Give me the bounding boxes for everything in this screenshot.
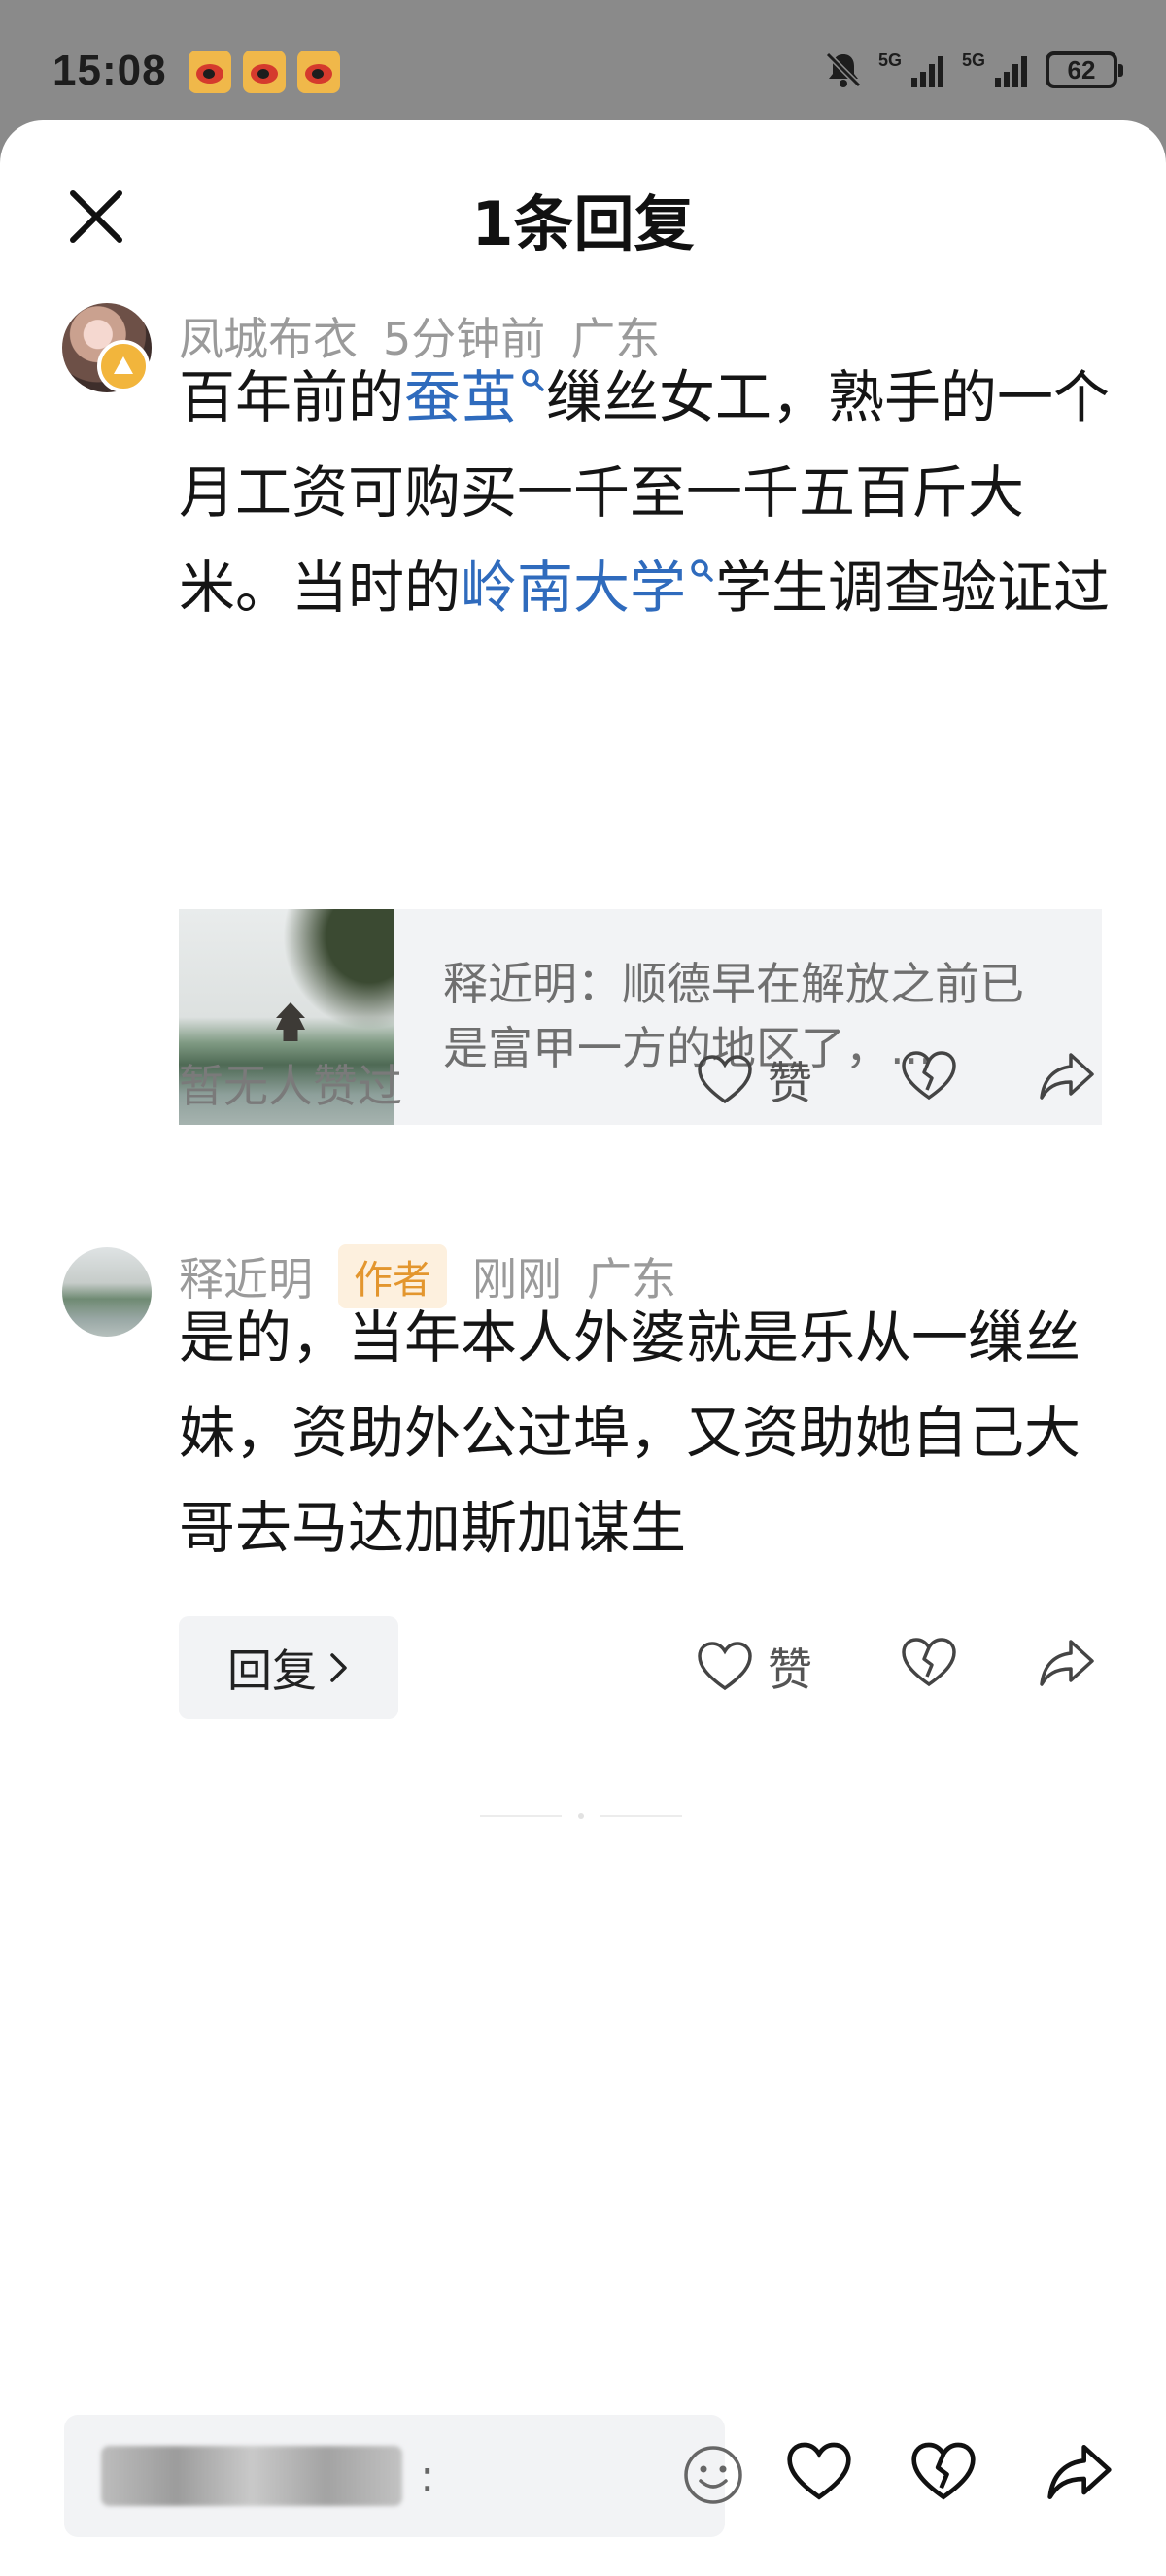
- emoji-icon[interactable]: [682, 2444, 744, 2506]
- heart-icon: [698, 1055, 752, 1104]
- reply-label: 回复: [227, 1644, 317, 1697]
- share-icon: [1040, 1053, 1094, 1100]
- comment-text: 是的，当年本人外婆就是乐从一缫丝妹，资助外公过埠，又资助她自己大哥去马达加斯加谋…: [179, 1305, 1081, 1561]
- heart-icon: [698, 1642, 752, 1691]
- bell-muted-icon: [822, 49, 865, 91]
- share-button[interactable]: [1038, 1049, 1096, 1107]
- search-icon: [691, 559, 713, 582]
- battery-icon: 62: [1046, 51, 1123, 88]
- topic-link[interactable]: 蚕茧: [404, 364, 546, 430]
- bottom-bar: :: [0, 2415, 1166, 2541]
- status-time: 15:08: [52, 47, 167, 94]
- signal-icon: 5G: [962, 49, 1032, 91]
- level-badge-icon: [97, 340, 150, 392]
- broken-heart-icon: [902, 1051, 956, 1101]
- dislike-button[interactable]: [900, 1636, 958, 1694]
- battery-level: 62: [1067, 54, 1096, 85]
- reply-button[interactable]: 回复: [179, 1616, 398, 1719]
- status-icons: 5G 5G 62: [822, 49, 1123, 91]
- comment-item: 释近明 作者 刚刚 广东 是的，当年本人外婆就是乐从一缫丝妹，资助外公过埠，又资…: [0, 1244, 1166, 1561]
- chevron-right-icon: [330, 1653, 347, 1682]
- signal-icon: 5G: [878, 49, 948, 91]
- like-label: 赞: [768, 1644, 812, 1696]
- like-button[interactable]: 赞: [696, 1049, 812, 1111]
- weibo-icon: [243, 51, 286, 93]
- weibo-icon: [297, 51, 340, 93]
- redacted-username: [101, 2446, 402, 2506]
- heart-icon: [787, 2442, 851, 2500]
- network-label: 5G: [962, 51, 985, 70]
- comment-actions: 暂无人赞过 赞: [0, 1041, 1166, 1119]
- avatar[interactable]: [62, 1247, 152, 1337]
- status-bar: 15:08 5G 5G 62: [0, 0, 1166, 136]
- search-icon: [522, 368, 544, 391]
- share-icon: [1047, 2445, 1112, 2500]
- text-segment: 百年前的: [179, 364, 405, 430]
- no-likes-text: 暂无人赞过: [179, 1060, 402, 1112]
- end-of-list-divider: [480, 1813, 682, 1819]
- broken-heart-icon: [911, 2442, 976, 2500]
- comment-text: 百年前的蚕茧 缫丝女工，熟手的一个月工资可购买一千至一千五百斤大米。当时的岭南大学…: [179, 350, 1112, 635]
- replies-sheet: 1条回复 凤城布衣 5分钟前 广东 百年前的蚕茧 缫丝女工，熟手的一个月工资可购买…: [0, 120, 1166, 2576]
- post-dislike-button[interactable]: [909, 2440, 977, 2508]
- network-label: 5G: [878, 51, 902, 70]
- input-suffix: :: [420, 2450, 435, 2502]
- broken-heart-icon: [902, 1638, 956, 1687]
- comment-item: 凤城布衣 5分钟前 广东 百年前的蚕茧 缫丝女工，熟手的一个月工资可购买一千至一千…: [0, 303, 1166, 1125]
- comment-input[interactable]: :: [64, 2415, 742, 2537]
- like-button[interactable]: 赞: [696, 1636, 812, 1698]
- dislike-button[interactable]: [900, 1049, 958, 1107]
- share-button[interactable]: [1038, 1636, 1096, 1694]
- comment-actions: 回复 赞: [0, 1616, 1166, 1719]
- post-like-button[interactable]: [785, 2440, 853, 2508]
- text-segment: 学生调查验证过: [715, 555, 1111, 621]
- like-label: 赞: [768, 1057, 812, 1109]
- weibo-icon: [189, 51, 231, 93]
- topic-link[interactable]: 岭南大学: [461, 555, 715, 621]
- share-icon: [1040, 1640, 1094, 1686]
- sheet-title: 1条回复: [471, 188, 695, 259]
- post-share-button[interactable]: [1046, 2440, 1114, 2508]
